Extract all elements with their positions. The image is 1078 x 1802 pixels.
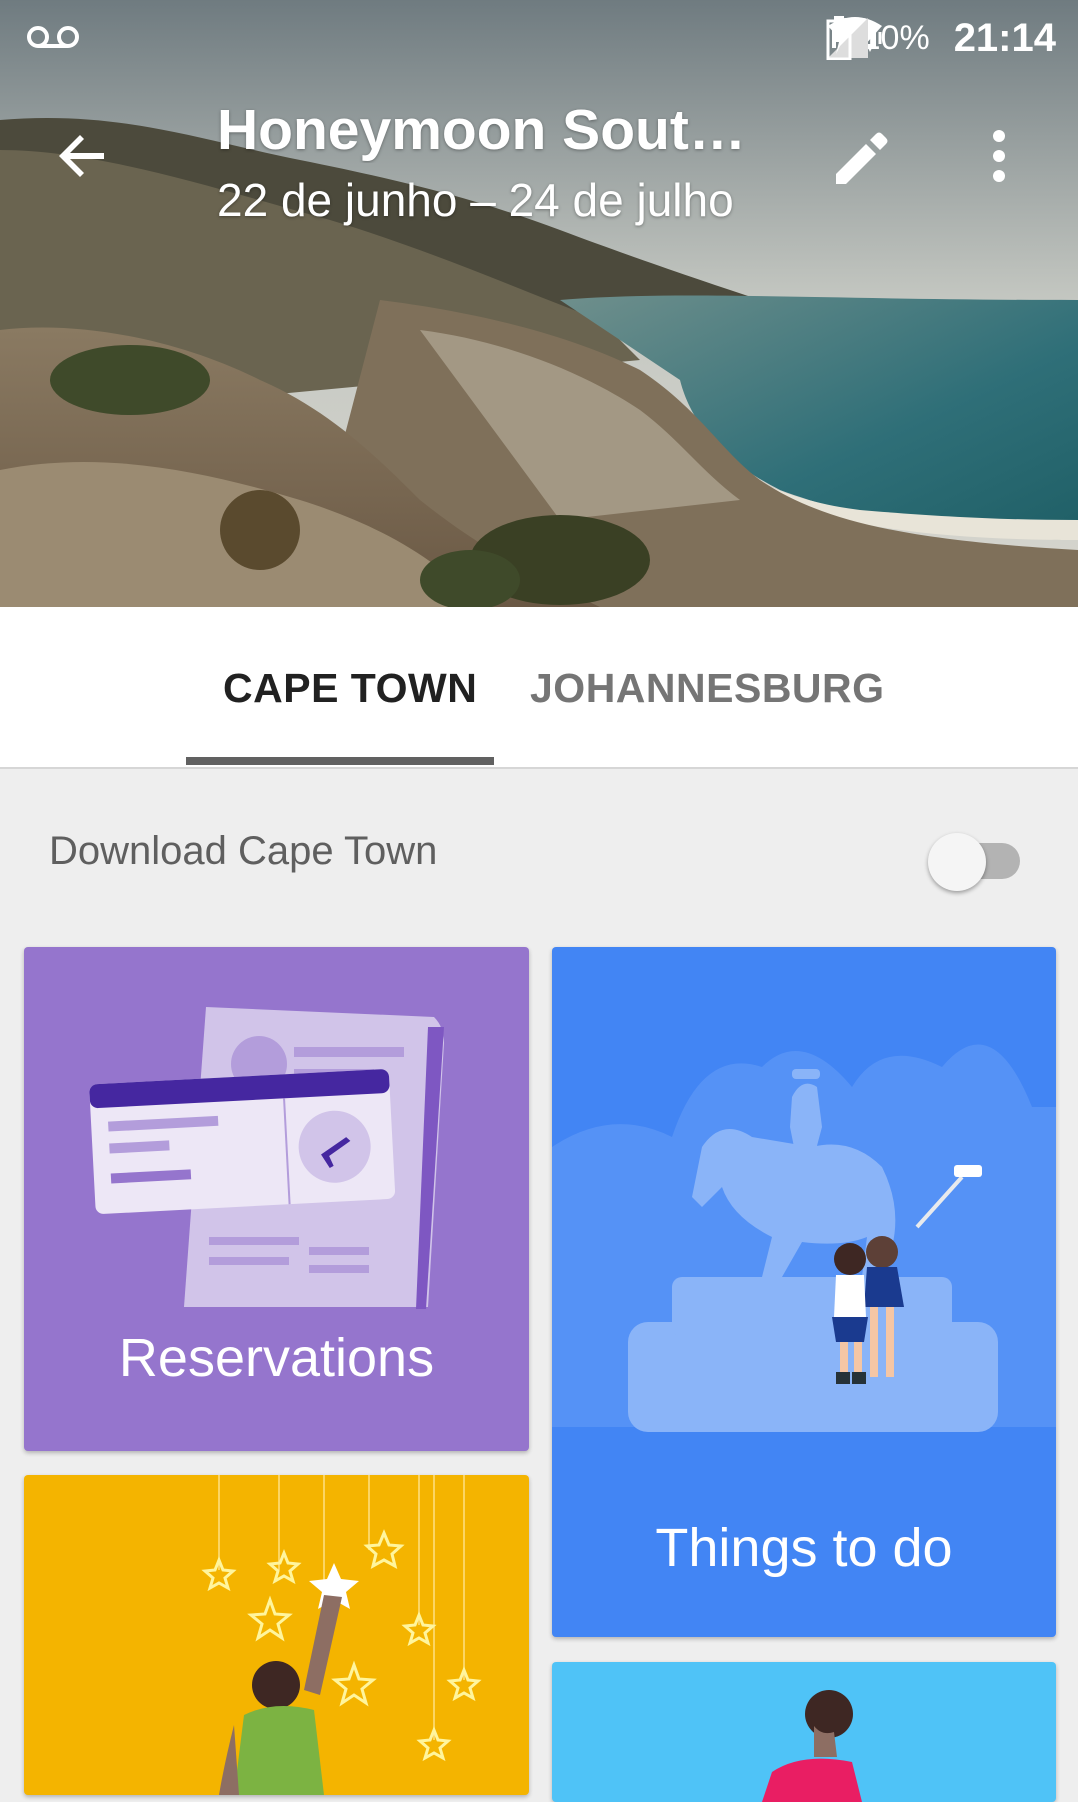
- download-row: Download Cape Town: [0, 769, 1078, 939]
- reservations-label: Reservations: [118, 1328, 435, 1388]
- toggle-thumb: [928, 833, 986, 891]
- reservations-card[interactable]: Reservations: [24, 947, 529, 1451]
- explore-card[interactable]: [552, 1662, 1056, 1802]
- more-vert-icon: [993, 130, 1005, 182]
- saved-places-card[interactable]: [24, 1475, 529, 1795]
- trip-dates: 22 de junho – 24 de julho: [217, 174, 734, 226]
- things-to-do-label: Things to do: [655, 1518, 953, 1578]
- download-toggle[interactable]: [928, 829, 1024, 891]
- things-to-do-card[interactable]: Things to do: [552, 947, 1056, 1637]
- tab-cape-town[interactable]: CAPE TOWN: [223, 665, 477, 712]
- back-button[interactable]: [48, 120, 120, 192]
- person-illustration: [762, 1690, 862, 1802]
- status-bar: 10% 21:14: [0, 0, 1078, 76]
- stars-illustration: [201, 1475, 482, 1795]
- more-options-button[interactable]: [965, 122, 1037, 194]
- city-tabs: CAPE TOWN JOHANNESBURG: [0, 607, 1078, 769]
- back-arrow-icon: [59, 135, 104, 177]
- tab-indicator: [186, 757, 494, 765]
- clock: 21:14: [953, 16, 1056, 60]
- app-bar: Honeymoon South… 22 de junho – 24 de jul…: [0, 80, 1078, 230]
- edit-pencil-icon: [836, 132, 888, 184]
- edit-button[interactable]: [826, 122, 898, 194]
- tab-johannesburg[interactable]: JOHANNESBURG: [530, 665, 885, 712]
- download-label: Download Cape Town: [49, 829, 438, 873]
- hero-image: 10% 21:14 Honeymoon South… 22 de junho –…: [0, 0, 1078, 607]
- trip-title: Honeymoon South…: [217, 98, 777, 162]
